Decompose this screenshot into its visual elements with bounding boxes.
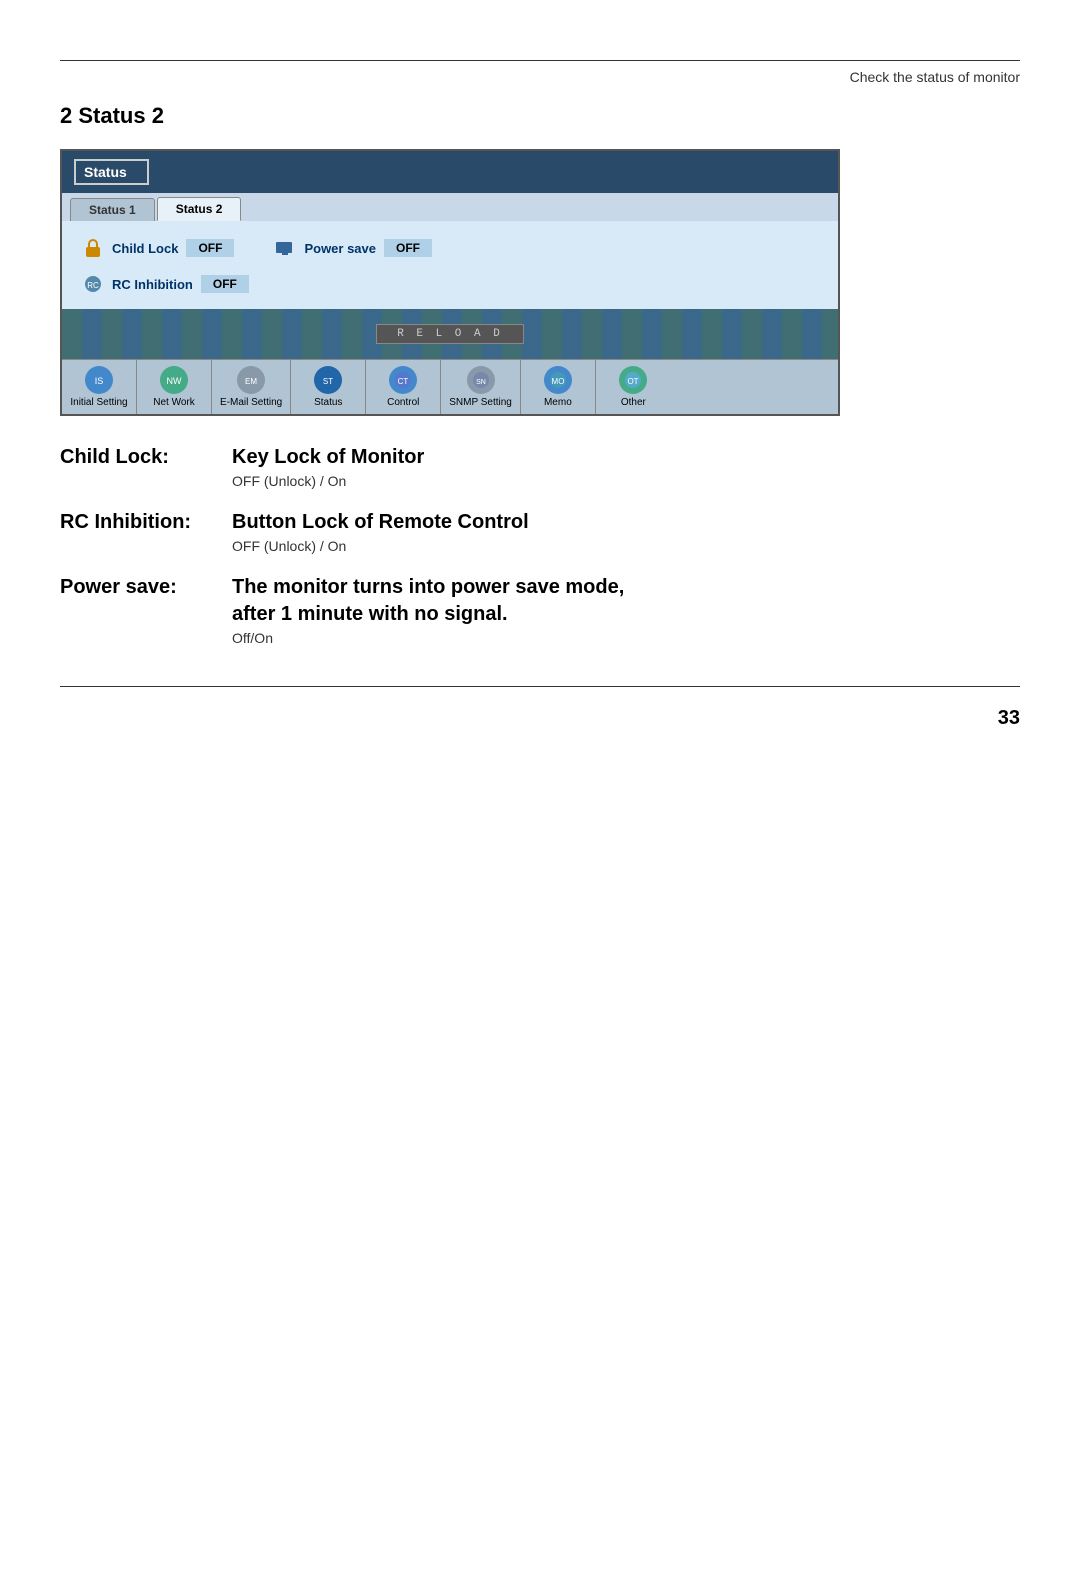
power-save-label: Power save [304,241,376,256]
tab-row: Status 1 Status 2 [62,193,838,221]
nav-control-label: Control [387,397,419,408]
entry-power-save-title-row: Power save: The monitor turns into power… [60,576,1020,599]
reload-section: R E L O A D [62,309,838,359]
nav-other-label: Other [621,397,646,408]
rc-inhibition-label: RC Inhibition [112,277,193,292]
nav-memo[interactable]: MO Memo [521,360,596,414]
entry-rc-inhibition: RC Inhibition: Button Lock of Remote Con… [60,511,1020,554]
nav-initial-setting-label: Initial Setting [70,397,127,408]
tab-status2[interactable]: Status 2 [157,197,242,221]
entry-power-save-key: Power save: [60,576,220,599]
section-heading: 2 Status 2 [60,103,1020,129]
monitor-titlebar: Status [62,151,838,193]
svg-text:OT: OT [628,377,639,386]
svg-text:IS: IS [95,376,104,386]
email-setting-icon: EM [237,366,265,394]
rc-inhibition-item: RC RC Inhibition OFF [82,273,249,295]
entry-rc-inhibition-title: Button Lock of Remote Control [232,511,529,534]
svg-text:EM: EM [245,377,257,386]
entry-child-lock-desc: OFF (Unlock) / On [232,473,1020,489]
entry-power-save-title-line1: The monitor turns into power save mode, [232,576,624,599]
rc-inhibition-icon: RC [82,273,104,295]
entry-rc-inhibition-key: RC Inhibition: [60,511,220,534]
entry-child-lock-title: Key Lock of Monitor [232,446,424,469]
entry-child-lock-title-row: Child Lock: Key Lock of Monitor [60,446,1020,469]
svg-text:RC: RC [87,281,99,290]
nav-status-label: Status [314,397,342,408]
power-save-icon [274,237,296,259]
svg-text:SN: SN [476,379,486,386]
child-lock-icon [82,237,104,259]
entry-child-lock-key: Child Lock: [60,446,220,469]
network-icon: NW [160,366,188,394]
nav-snmp-setting-label: SNMP Setting [449,397,512,408]
snmp-setting-icon: SN [467,366,495,394]
control-icon: CT [389,366,417,394]
nav-network[interactable]: NW Net Work [137,360,212,414]
status-row-1: Child Lock OFF Power save OFF [82,237,818,259]
entry-rc-inhibition-title-row: RC Inhibition: Button Lock of Remote Con… [60,511,1020,534]
child-lock-label: Child Lock [112,241,178,256]
entry-rc-inhibition-desc: OFF (Unlock) / On [232,538,1020,554]
nav-network-label: Net Work [153,397,195,408]
child-lock-value: OFF [186,239,234,257]
nav-initial-setting[interactable]: IS Initial Setting [62,360,137,414]
svg-text:ST: ST [323,377,333,386]
nav-other[interactable]: OT Other [596,360,671,414]
status-row-2: RC RC Inhibition OFF [82,273,818,295]
nav-memo-label: Memo [544,397,572,408]
nav-bar: IS Initial Setting NW Net Work EM E-Mail… [62,359,838,414]
entry-power-save-desc: Off/On [232,630,1020,646]
content-section: Child Lock: Key Lock of Monitor OFF (Unl… [60,446,1020,646]
nav-control[interactable]: CT Control [366,360,441,414]
monitor-title: Status [74,159,149,185]
nav-email-setting-label: E-Mail Setting [220,397,282,408]
entry-power-save: Power save: The monitor turns into power… [60,576,1020,646]
entry-child-lock: Child Lock: Key Lock of Monitor OFF (Unl… [60,446,1020,489]
page-number: 33 [0,687,1080,750]
monitor-ui-container: Status Status 1 Status 2 Child Lock OFF [60,149,840,416]
reload-button[interactable]: R E L O A D [376,324,524,344]
power-save-value: OFF [384,239,432,257]
rc-inhibition-value: OFF [201,275,249,293]
page-subtitle: Check the status of monitor [0,61,1080,85]
entry-power-save-title-line2: after 1 minute with no signal. [232,603,1020,626]
monitor-content: Child Lock OFF Power save OFF [62,221,838,359]
tab-status1[interactable]: Status 1 [70,198,155,221]
svg-text:MO: MO [551,377,564,386]
svg-text:NW: NW [167,376,182,386]
status-icon: ST [314,366,342,394]
other-icon: OT [619,366,647,394]
nav-email-setting[interactable]: EM E-Mail Setting [212,360,291,414]
child-lock-item: Child Lock OFF [82,237,234,259]
power-save-item: Power save OFF [274,237,432,259]
memo-icon: MO [544,366,572,394]
nav-status[interactable]: ST Status [291,360,366,414]
initial-setting-icon: IS [85,366,113,394]
nav-snmp-setting[interactable]: SN SNMP Setting [441,360,521,414]
svg-text:CT: CT [398,377,409,386]
